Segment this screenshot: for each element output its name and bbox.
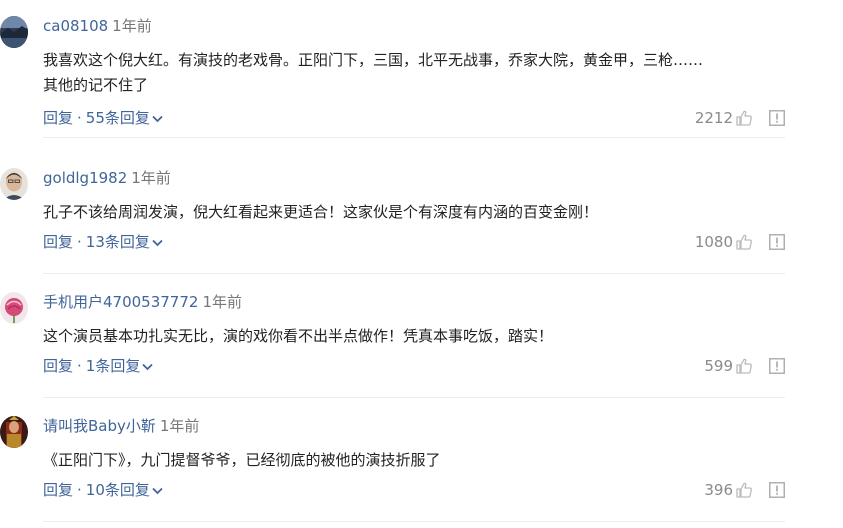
- chevron-down-icon: [142, 363, 153, 370]
- separator-dot: ·: [77, 357, 82, 375]
- thumbs-up-icon[interactable]: [735, 109, 753, 127]
- comment-right-actions: 599: [704, 356, 785, 376]
- comment-actions: 回复 · 1条回复: [43, 356, 153, 376]
- comment-item: goldlg1982 1年前 孔子不该给周润发演，倪大红看起来更适合！这家伙是个有…: [0, 166, 785, 274]
- reply-button[interactable]: 回复: [43, 357, 73, 375]
- comment-actions: 回复 · 55条回复: [43, 108, 163, 128]
- costume-avatar-icon: [0, 416, 28, 448]
- separator-dot: ·: [77, 481, 82, 499]
- comment-item: 手机用户4700537772 1年前 这个演员基本功扎实无比，演的戏你看不出半点做…: [0, 290, 785, 398]
- comment-text-line: 孔子不该给周润发演，倪大红看起来更适合！这家伙是个有深度有内涵的百变金刚！: [43, 203, 599, 221]
- comment-text-line: 其他的记不住了: [43, 76, 149, 94]
- report-icon[interactable]: [769, 358, 785, 374]
- comment-actions: 回复 · 13条回复: [43, 232, 163, 252]
- comment-header: 手机用户4700537772 1年前: [43, 292, 242, 312]
- username-link[interactable]: 手机用户4700537772: [43, 293, 198, 311]
- chevron-down-icon: [152, 239, 163, 246]
- replies-count: 55条回复: [85, 109, 150, 127]
- comment-right-actions: 1080: [695, 232, 785, 252]
- report-icon[interactable]: [769, 110, 785, 126]
- user-avatar[interactable]: [0, 16, 28, 48]
- comment-right-actions: 2212: [695, 108, 785, 128]
- comment-item: ca08108 1年前 我喜欢这个倪大红。有演技的老戏骨。正阳门下，三国，北平无战…: [0, 14, 785, 138]
- user-avatar[interactable]: [0, 168, 28, 200]
- view-replies-button[interactable]: 55条回复: [86, 109, 163, 127]
- separator-dot: ·: [77, 233, 82, 251]
- username-link[interactable]: goldlg1982: [43, 169, 127, 187]
- username-link[interactable]: ca08108: [43, 17, 108, 35]
- comment-time: 1年前: [112, 17, 152, 35]
- thumbs-up-icon[interactable]: [735, 481, 753, 499]
- comment-text: 《正阳门下》，九门提督爷爷，已经彻底的被他的演技折服了: [43, 448, 783, 473]
- comment-time: 1年前: [202, 293, 242, 311]
- view-replies-button[interactable]: 10条回复: [86, 481, 163, 499]
- comment-divider: [43, 521, 785, 522]
- reply-button[interactable]: 回复: [43, 233, 73, 251]
- comment-divider: [43, 137, 785, 138]
- landscape-avatar-icon: [0, 16, 28, 48]
- thumbs-up-icon[interactable]: [735, 357, 753, 375]
- view-replies-button[interactable]: 1条回复: [86, 357, 154, 375]
- reply-button[interactable]: 回复: [43, 481, 73, 499]
- comment-text: 我喜欢这个倪大红。有演技的老戏骨。正阳门下，三国，北平无战事，乔家大院，黄金甲，…: [43, 48, 783, 98]
- like-count: 1080: [694, 233, 733, 251]
- comment-time: 1年前: [131, 169, 171, 187]
- user-avatar[interactable]: [0, 292, 28, 324]
- like-count: 2212: [694, 109, 733, 127]
- comment-text: 这个演员基本功扎实无比，演的戏你看不出半点做作！凭真本事吃饭，踏实！: [43, 324, 783, 349]
- comment-header: goldlg1982 1年前: [43, 168, 171, 188]
- comment-list: ca08108 1年前 我喜欢这个倪大红。有演技的老戏骨。正阳门下，三国，北平无战…: [0, 0, 843, 528]
- replies-count: 13条回复: [85, 233, 150, 251]
- comment-text-line: 这个演员基本功扎实无比，演的戏你看不出半点做作！凭真本事吃饭，踏实！: [43, 327, 554, 345]
- comment-text: 孔子不该给周润发演，倪大红看起来更适合！这家伙是个有深度有内涵的百变金刚！: [43, 200, 783, 225]
- view-replies-button[interactable]: 13条回复: [86, 233, 163, 251]
- comment-actions: 回复 · 10条回复: [43, 480, 163, 500]
- report-icon[interactable]: [769, 234, 785, 250]
- comment-text-line: 《正阳门下》，九门提督爷爷，已经彻底的被他的演技折服了: [43, 451, 441, 469]
- flower-avatar-icon: [0, 292, 28, 324]
- person-avatar-icon: [0, 168, 28, 200]
- comment-time: 1年前: [159, 417, 200, 435]
- replies-count: 10条回复: [85, 481, 150, 499]
- report-icon[interactable]: [769, 482, 785, 498]
- user-avatar[interactable]: [0, 416, 28, 448]
- comment-right-actions: 396: [704, 480, 785, 500]
- like-count: 599: [704, 357, 733, 375]
- reply-button[interactable]: 回复: [43, 109, 73, 127]
- comment-divider: [43, 273, 785, 274]
- comment-header: 请叫我Baby小靳 1年前: [43, 416, 199, 436]
- chevron-down-icon: [152, 487, 163, 494]
- comment-text-line: 我喜欢这个倪大红。有演技的老戏骨。正阳门下，三国，北平无战事，乔家大院，黄金甲，…: [43, 51, 704, 69]
- replies-count: 1条回复: [85, 357, 141, 375]
- username-link[interactable]: 请叫我Baby小靳: [43, 417, 156, 435]
- comment-divider: [43, 397, 785, 398]
- like-count: 396: [704, 481, 733, 499]
- comment-item: 请叫我Baby小靳 1年前 《正阳门下》，九门提督爷爷，已经彻底的被他的演技折服了…: [0, 414, 785, 522]
- comment-header: ca08108 1年前: [43, 16, 152, 36]
- separator-dot: ·: [77, 109, 82, 127]
- chevron-down-icon: [152, 115, 163, 122]
- thumbs-up-icon[interactable]: [735, 233, 753, 251]
